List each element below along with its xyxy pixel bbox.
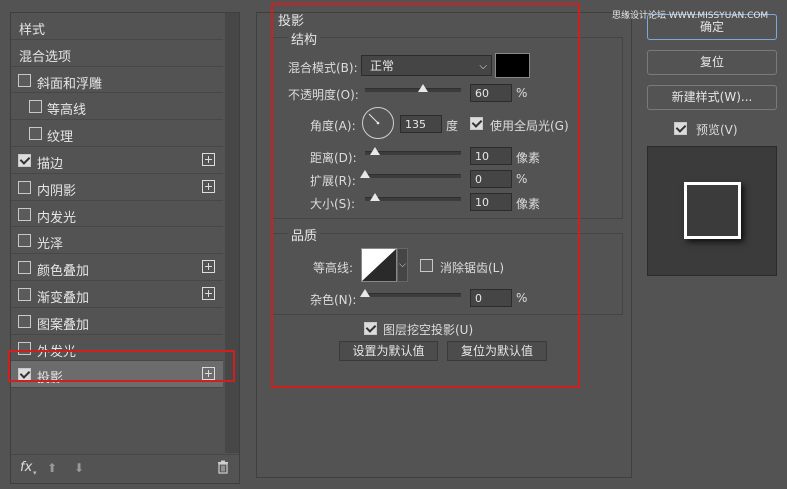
add-effect-icon[interactable] — [202, 179, 215, 193]
move-down-icon[interactable]: ⬇ — [74, 461, 84, 475]
style-item-label: 颜色叠加 — [37, 264, 90, 280]
watermark: 思缘设计论坛 WWW.MISSYUAN.COM — [612, 11, 769, 21]
style-item-checkbox[interactable] — [18, 180, 31, 194]
style-item[interactable]: 等高线 — [11, 93, 223, 121]
style-item-label: 渐变叠加 — [37, 290, 90, 306]
style-item-label: 内发光 — [37, 210, 77, 226]
style-item[interactable]: 内发光 — [11, 201, 223, 228]
style-item-checkbox[interactable] — [18, 314, 31, 328]
style-item[interactable]: 光泽 — [11, 227, 223, 255]
style-item[interactable]: 纹理 — [11, 120, 223, 147]
style-item-checkbox[interactable] — [18, 153, 31, 167]
style-item-label: 样式 — [19, 23, 46, 38]
style-item-checkbox[interactable] — [18, 207, 31, 221]
fx-dropdown-icon[interactable]: ▾ — [33, 469, 37, 477]
style-item[interactable]: 渐变叠加 — [11, 281, 223, 308]
add-effect-icon[interactable] — [202, 152, 215, 166]
highlight-drop-shadow-item — [8, 350, 235, 382]
move-up-icon[interactable]: ⬆ — [47, 461, 57, 475]
style-item[interactable]: 混合选项 — [11, 40, 223, 67]
style-item-checkbox[interactable] — [29, 100, 42, 114]
style-item-label: 图案叠加 — [37, 317, 90, 333]
add-effect-icon[interactable] — [202, 286, 215, 300]
style-item[interactable]: 内阴影 — [11, 174, 223, 201]
styles-scrollbar[interactable] — [225, 13, 239, 453]
preview-square — [684, 182, 741, 239]
trash-icon[interactable] — [217, 460, 229, 477]
style-item-label: 混合选项 — [19, 49, 72, 65]
style-item-checkbox[interactable] — [18, 234, 31, 248]
styles-list-panel: 样式 混合选项 斜面和浮雕 等高线 纹理 描边 内阴影 内发光 光泽 颜色叠加 渐变叠加 图案叠加 外发… — [10, 12, 240, 484]
style-item-label: 光泽 — [37, 237, 64, 253]
preview-checkbox[interactable] — [674, 122, 687, 135]
style-item-label: 内阴影 — [37, 183, 77, 199]
styles-bottom-bar: fx ▾ ⬆ ⬇ — [11, 454, 239, 483]
style-item-checkbox[interactable] — [29, 127, 42, 141]
preview-label: 预览(V) — [696, 123, 738, 137]
style-item[interactable]: 颜色叠加 — [11, 254, 223, 281]
style-item-label: 斜面和浮雕 — [37, 76, 103, 92]
style-item[interactable]: 图案叠加 — [11, 308, 223, 335]
style-item-label: 纹理 — [47, 130, 74, 146]
reset-button[interactable]: 复位 — [647, 50, 777, 75]
style-item[interactable]: 描边 — [11, 147, 223, 174]
style-item-checkbox[interactable] — [18, 73, 31, 87]
style-item-label: 描边 — [37, 156, 64, 172]
style-item-label: 等高线 — [47, 103, 87, 119]
preview-thumbnail — [647, 146, 777, 276]
style-item[interactable]: 样式 — [11, 13, 223, 40]
highlight-drop-shadow-panel — [271, 3, 580, 388]
styles-list: 样式 混合选项 斜面和浮雕 等高线 纹理 描边 内阴影 内发光 光泽 颜色叠加 渐变叠加 图案叠加 外发… — [11, 13, 223, 389]
new-style-button[interactable]: 新建样式(W)... — [647, 85, 777, 110]
fx-button[interactable]: fx — [20, 460, 32, 475]
add-effect-icon[interactable] — [202, 260, 215, 274]
style-item-checkbox[interactable] — [18, 261, 31, 275]
style-item[interactable]: 斜面和浮雕 — [11, 67, 223, 94]
style-item-checkbox[interactable] — [18, 287, 31, 301]
